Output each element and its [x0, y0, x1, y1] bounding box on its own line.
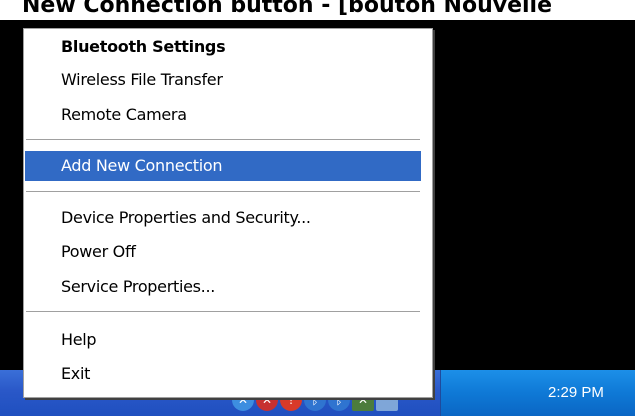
caption-text: New Connection button - [bouton Nouvelle	[22, 0, 553, 18]
menu-separator	[26, 139, 420, 141]
clock[interactable]: 2:29 PM	[548, 384, 604, 401]
menu-item-device-properties[interactable]: Device Properties and Security...	[25, 203, 421, 233]
menu-item-wireless-file-transfer[interactable]: Wireless File Transfer	[25, 65, 421, 95]
menu-separator	[26, 311, 420, 313]
menu-item-add-new-connection[interactable]: Add New Connection	[25, 151, 421, 181]
menu-item-service-properties[interactable]: Service Properties...	[25, 272, 421, 302]
bluetooth-context-menu: Bluetooth Settings Wireless File Transfe…	[23, 28, 433, 398]
system-tray	[440, 370, 635, 416]
caption-banner: New Connection button - [bouton Nouvelle	[0, 0, 635, 20]
menu-item-bluetooth-settings[interactable]: Bluetooth Settings	[25, 32, 421, 62]
menu-separator	[26, 191, 420, 193]
menu-item-remote-camera[interactable]: Remote Camera	[25, 100, 421, 130]
menu-item-exit[interactable]: Exit	[25, 359, 421, 389]
menu-item-power-off[interactable]: Power Off	[25, 237, 421, 267]
menu-item-help[interactable]: Help	[25, 325, 421, 355]
